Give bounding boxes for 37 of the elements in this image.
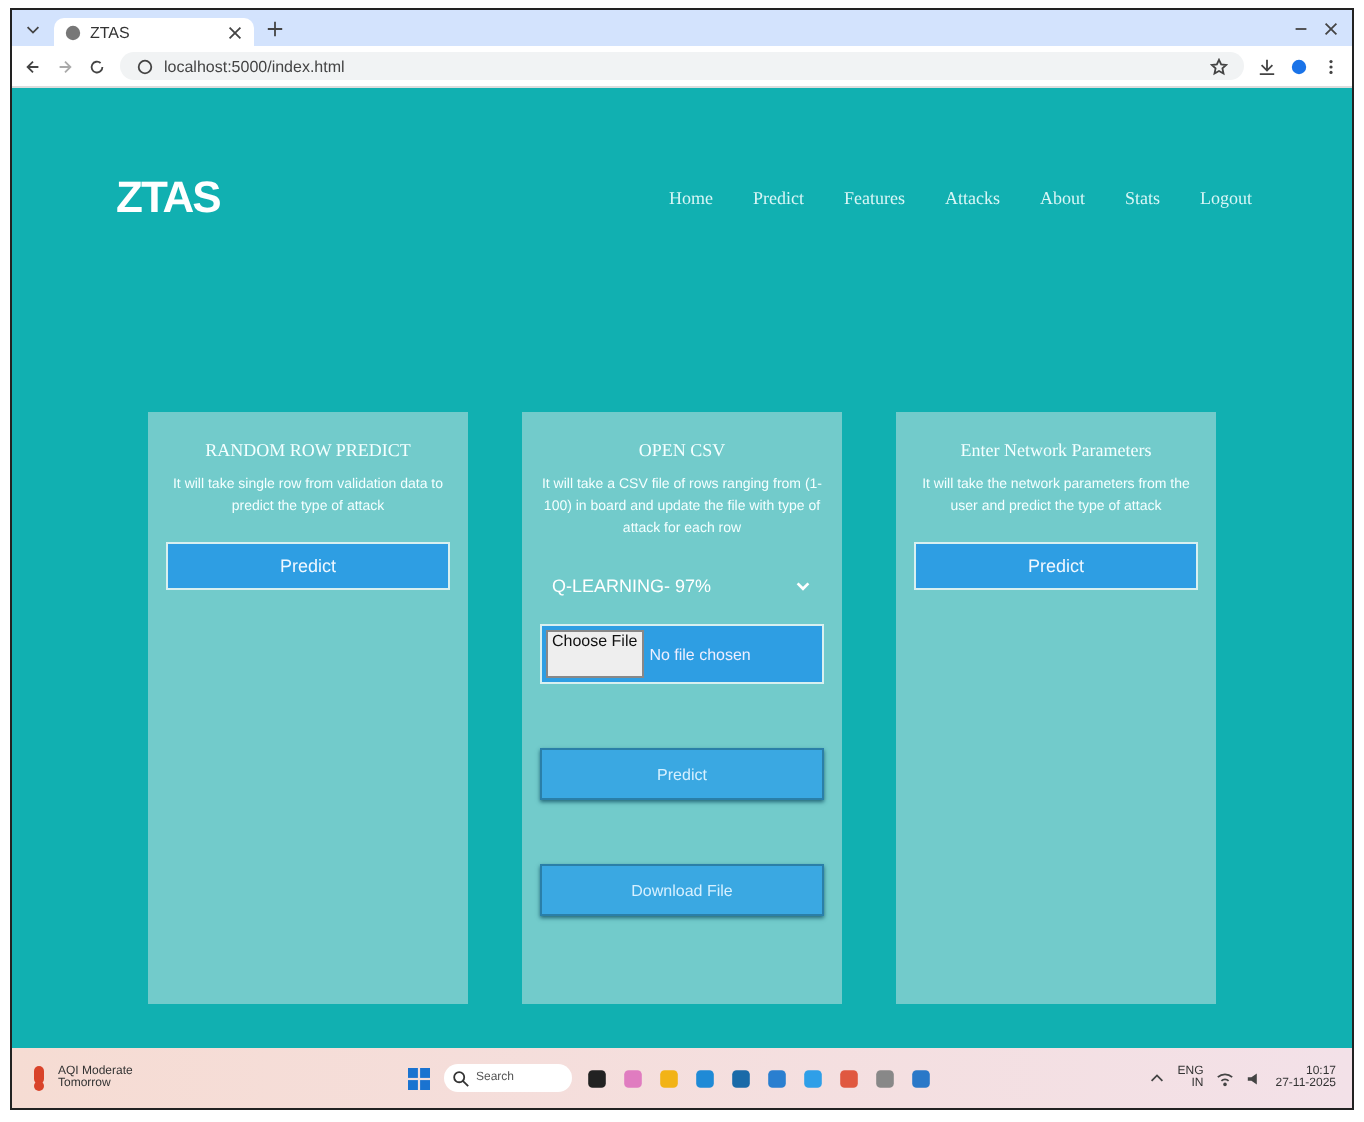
- choose-file-button[interactable]: Choose File: [546, 630, 644, 678]
- nav-link[interactable]: Stats: [1124, 188, 1160, 208]
- chevron-up-icon[interactable]: [1147, 1069, 1166, 1087]
- predict-button[interactable]: Predict: [914, 542, 1198, 590]
- card-title: Enter Network Parameters: [960, 440, 1152, 460]
- browser-tab[interactable]: ZTAS: [54, 18, 254, 46]
- download-icon[interactable]: [1258, 57, 1276, 75]
- wifi-icon[interactable]: [1215, 1069, 1234, 1087]
- download-button[interactable]: Download File: [540, 864, 824, 916]
- card-title: RANDOM ROW PREDICT: [205, 440, 411, 460]
- reload-icon[interactable]: [88, 57, 106, 75]
- close-icon[interactable]: [226, 23, 244, 41]
- close-icon[interactable]: [1322, 19, 1340, 37]
- nav-link[interactable]: About: [1039, 188, 1085, 208]
- file-input[interactable]: Choose File No file chosen: [540, 624, 824, 684]
- brand-logo[interactable]: ZTAS: [116, 172, 220, 224]
- app-icon[interactable]: [586, 1067, 608, 1089]
- nav-link[interactable]: Logout: [1200, 188, 1252, 208]
- chevron-down-icon: [794, 577, 812, 595]
- predict-button[interactable]: Predict: [540, 748, 824, 800]
- info-icon: [136, 57, 154, 75]
- tab-title: ZTAS: [90, 23, 130, 41]
- address-bar[interactable]: localhost:5000/index.html: [120, 52, 1244, 80]
- nav-link[interactable]: Features: [843, 188, 905, 208]
- card-title: OPEN CSV: [638, 440, 726, 460]
- new-tab-icon[interactable]: [266, 19, 284, 37]
- back-icon[interactable]: [24, 57, 42, 75]
- profile-icon[interactable]: [1290, 57, 1308, 75]
- model-dropdown[interactable]: Q-LEARNING- 97%: [552, 576, 812, 596]
- nav-link[interactable]: Predict: [752, 188, 804, 208]
- start-icon[interactable]: [408, 1067, 430, 1089]
- nav-link[interactable]: Home: [668, 188, 713, 208]
- predict-button[interactable]: Predict: [166, 542, 450, 590]
- search-icon: [452, 1069, 470, 1087]
- file-status: No file chosen: [649, 645, 751, 663]
- nav-link[interactable]: Attacks: [944, 188, 1000, 208]
- star-icon[interactable]: [1210, 57, 1228, 75]
